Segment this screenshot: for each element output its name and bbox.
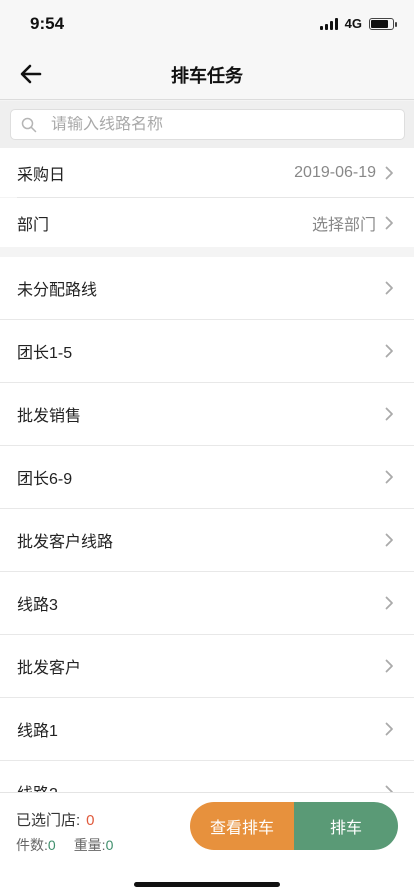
count-label: 件数: bbox=[16, 837, 48, 853]
purchase-date-row[interactable]: 采购日 2019-06-19 bbox=[0, 148, 414, 197]
route-label: 批发销售 bbox=[17, 408, 82, 425]
route-label: 团长6-9 bbox=[17, 471, 73, 488]
weight-value: 0 bbox=[105, 837, 114, 853]
search-bar bbox=[0, 101, 414, 148]
status-bar: 9:54 4G bbox=[0, 0, 414, 48]
route-item[interactable]: 线路3 bbox=[0, 572, 414, 635]
signal-icon bbox=[319, 17, 338, 30]
department-row[interactable]: 部门 选择部门 bbox=[0, 198, 414, 247]
nav-bar: 排车任务 bbox=[0, 48, 414, 100]
page-title: 排车任务 bbox=[171, 66, 243, 86]
purchase-date-label: 采购日 bbox=[17, 166, 66, 184]
route-label: 线路2 bbox=[17, 780, 58, 792]
selected-stores-label: 已选门店: bbox=[16, 812, 81, 829]
route-item[interactable]: 未分配路线 bbox=[0, 257, 414, 320]
route-label: 线路3 bbox=[17, 597, 58, 614]
chevron-right-icon bbox=[385, 344, 397, 358]
route-label: 未分配路线 bbox=[17, 282, 98, 299]
home-indicator bbox=[134, 882, 280, 887]
chevron-right-icon bbox=[385, 722, 397, 736]
view-dispatch-button[interactable]: 查看排车 bbox=[190, 802, 294, 850]
chevron-right-icon bbox=[385, 216, 397, 230]
status-indicators: 4G bbox=[319, 16, 397, 31]
network-type: 4G bbox=[344, 16, 362, 31]
department-label: 部门 bbox=[17, 216, 50, 234]
weight-label: 重量: bbox=[73, 837, 106, 853]
chevron-right-icon bbox=[385, 407, 397, 421]
chevron-right-icon bbox=[385, 659, 397, 673]
route-item[interactable]: 团长6-9 bbox=[0, 446, 414, 509]
route-item[interactable]: 团长1-5 bbox=[0, 320, 414, 383]
route-item[interactable]: 批发客户线路 bbox=[0, 509, 414, 572]
route-item[interactable]: 线路1 bbox=[0, 698, 414, 761]
battery-icon bbox=[369, 17, 397, 30]
chevron-right-icon bbox=[385, 785, 397, 792]
route-label: 线路1 bbox=[17, 723, 58, 740]
chevron-right-icon bbox=[385, 281, 397, 295]
route-label: 团长1-5 bbox=[17, 345, 73, 362]
department-value: 选择部门 bbox=[311, 216, 376, 234]
count-value: 0 bbox=[47, 837, 56, 853]
route-item[interactable]: 线路2 bbox=[0, 761, 414, 792]
route-label: 批发客户线路 bbox=[17, 534, 114, 551]
dispatch-button[interactable]: 排车 bbox=[294, 802, 398, 850]
chevron-right-icon bbox=[385, 166, 397, 180]
selected-stores: 已选门店: 0 bbox=[16, 809, 95, 830]
bottom-bar: 已选门店: 0 件数:0 重量:0 查看排车 排车 bbox=[0, 792, 414, 896]
selected-stores-value: 0 bbox=[86, 812, 95, 829]
search-input[interactable] bbox=[51, 115, 381, 134]
status-time: 9:54 bbox=[30, 14, 65, 33]
chevron-right-icon bbox=[385, 533, 397, 547]
count-weight-summary: 件数:0 重量:0 bbox=[16, 835, 113, 855]
search-box[interactable] bbox=[10, 109, 405, 140]
search-icon bbox=[21, 117, 37, 133]
route-item[interactable]: 批发客户 bbox=[0, 635, 414, 698]
chevron-right-icon bbox=[385, 596, 397, 610]
chevron-right-icon bbox=[385, 470, 397, 484]
route-list: 未分配路线 团长1-5 批发销售 团长6-9 批发客户线路 线路3 批发客户 线… bbox=[0, 257, 414, 792]
route-label: 批发客户 bbox=[17, 660, 82, 677]
purchase-date-value: 2019-06-19 bbox=[294, 163, 376, 181]
route-item[interactable]: 批发销售 bbox=[0, 383, 414, 446]
